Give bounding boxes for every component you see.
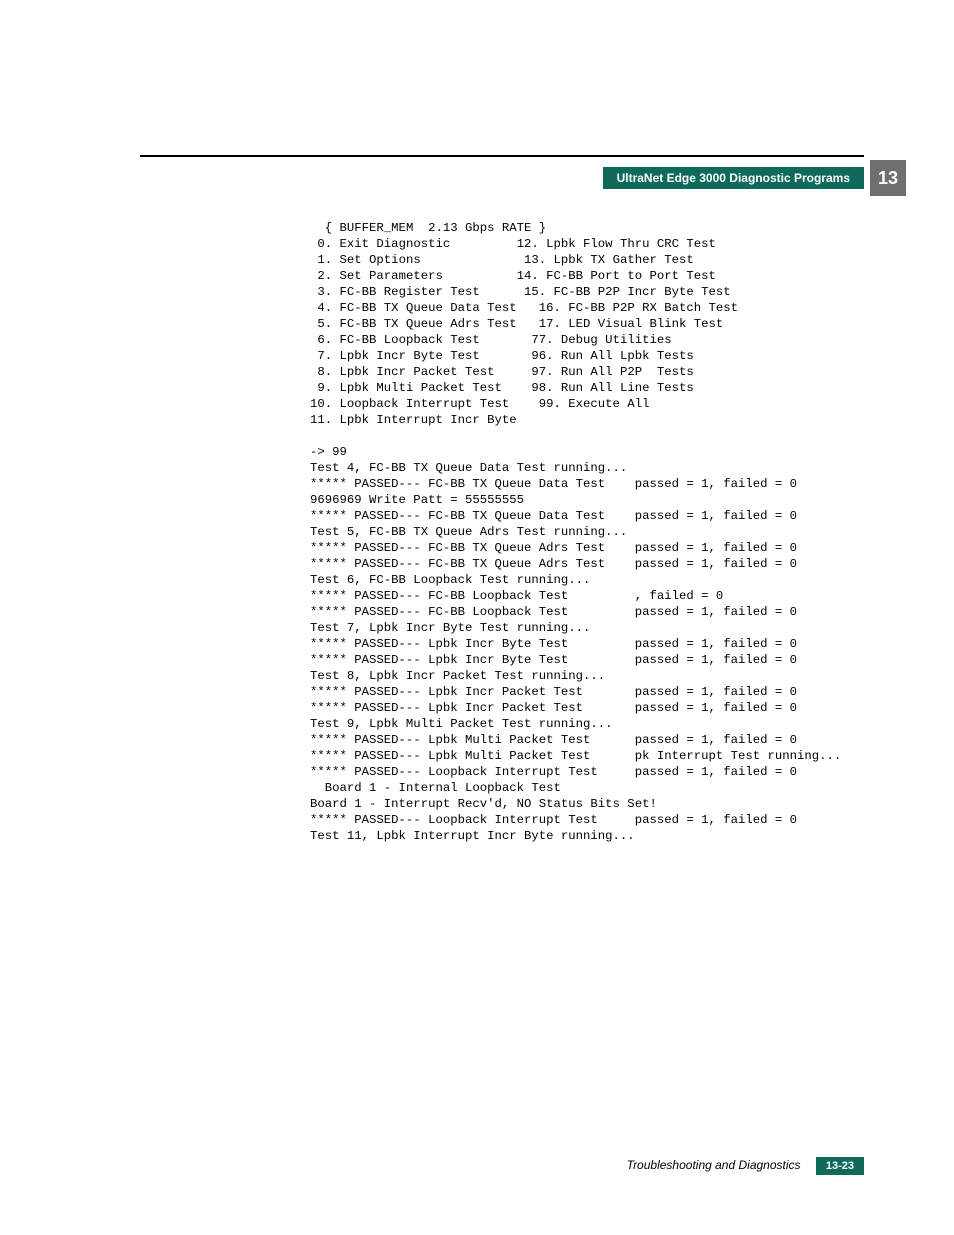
header-bar: UltraNet Edge 3000 Diagnostic Programs [603, 167, 864, 189]
header-rule [140, 155, 864, 157]
page: UltraNet Edge 3000 Diagnostic Programs 1… [0, 0, 954, 1235]
chapter-tab: 13 [870, 160, 906, 196]
page-number: 13-23 [816, 1157, 864, 1175]
content-area: { BUFFER_MEM 2.13 Gbps RATE } 0. Exit Di… [310, 220, 844, 844]
diagnostic-output: { BUFFER_MEM 2.13 Gbps RATE } 0. Exit Di… [310, 220, 844, 844]
footer: Troubleshooting and Diagnostics 13-23 [627, 1157, 864, 1175]
footer-title: Troubleshooting and Diagnostics [627, 1158, 801, 1172]
